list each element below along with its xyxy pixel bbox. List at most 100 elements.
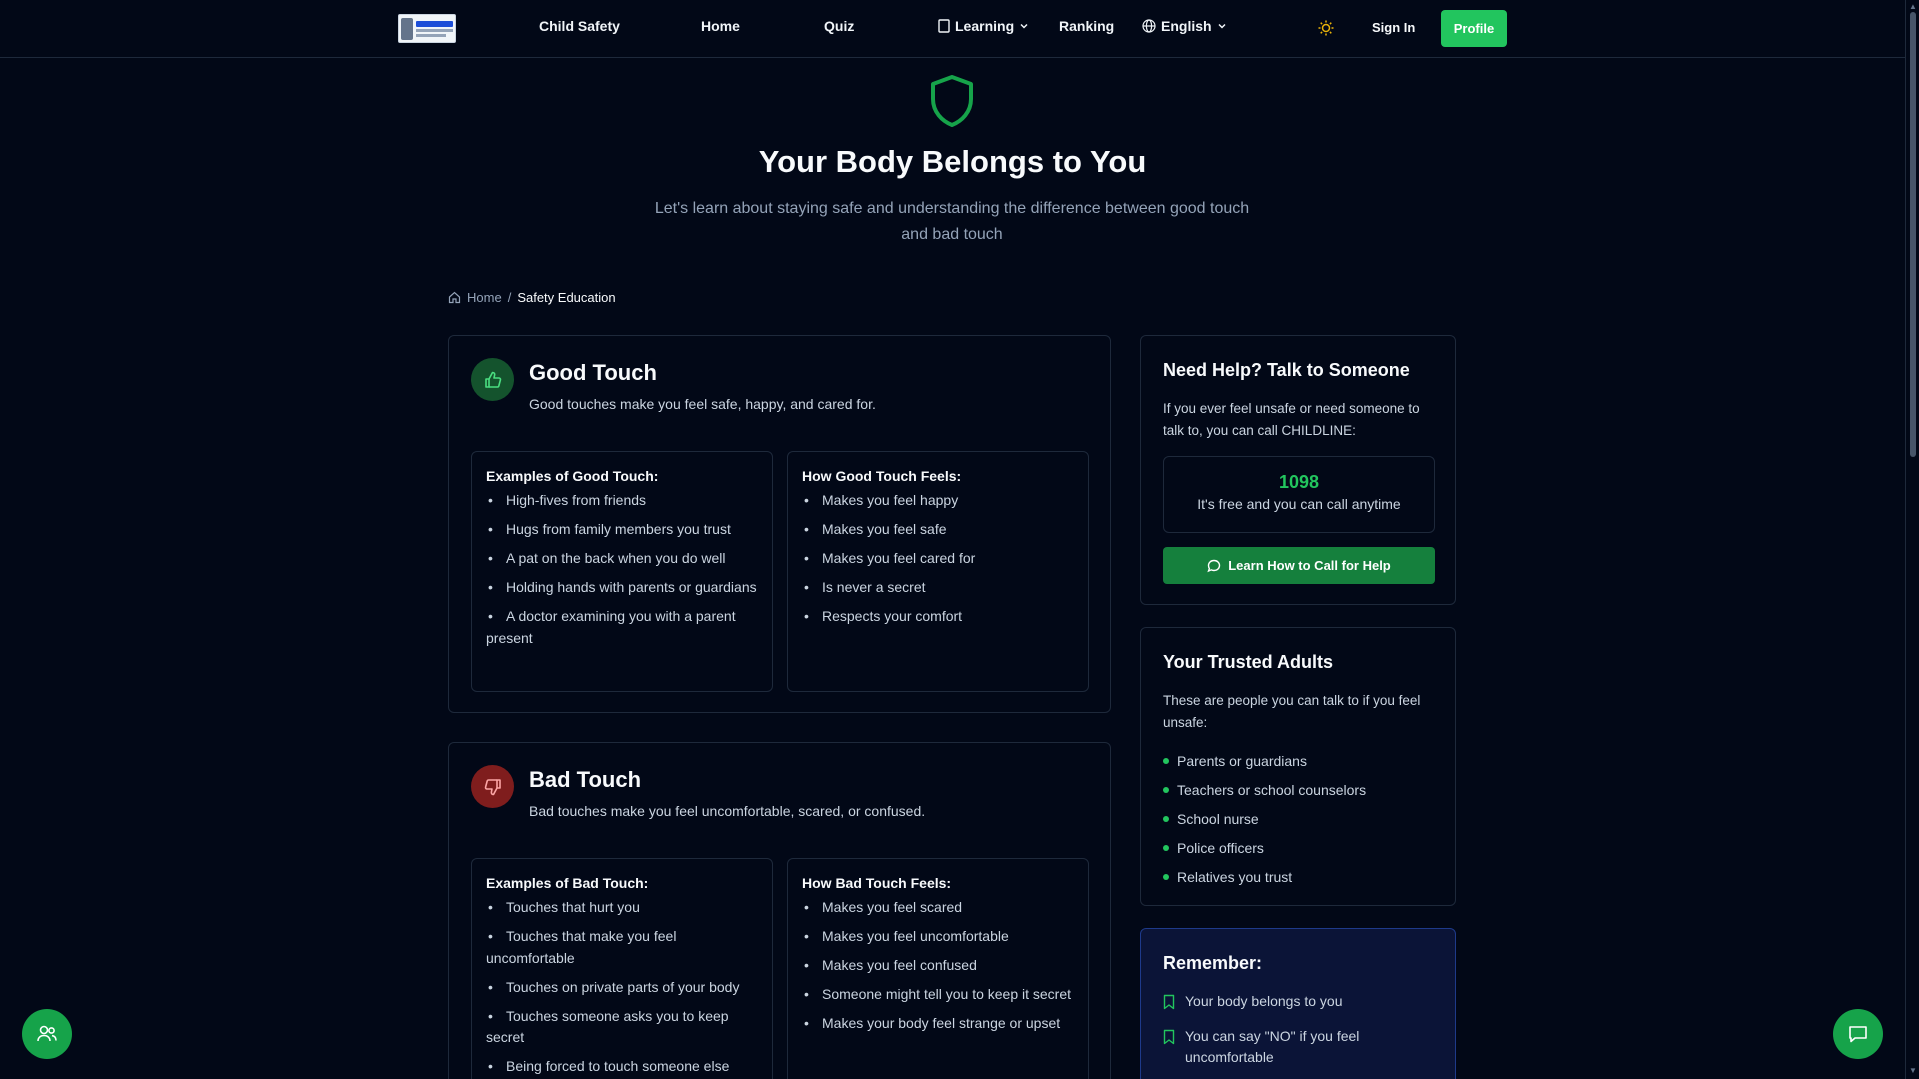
chevron-down-icon [1020, 23, 1028, 29]
message-circle-icon [1207, 559, 1221, 572]
profile-button[interactable]: Profile [1441, 10, 1507, 47]
help-card: Need Help? Talk to Someone If you ever f… [1140, 335, 1456, 605]
list-item: • A doctor examining you with a parent pr… [486, 608, 736, 646]
list-item: • Makes your body feel strange or upset [804, 1015, 1061, 1031]
nav-brand-link[interactable]: Child Safety [539, 18, 620, 34]
good-touch-feels-title: How Good Touch Feels: [802, 468, 962, 484]
good-touch-title: Good Touch [529, 360, 657, 385]
list-item: • Makes you feel safe [804, 521, 947, 537]
help-text: If you ever feel unsafe or need someone … [1163, 401, 1420, 438]
list-item: • Holding hands with parents or guardians [488, 579, 757, 595]
bullet-dot [1163, 844, 1169, 851]
list-item: • Touches that make you feel uncomfortabl… [486, 928, 677, 966]
good-touch-examples-title: Examples of Good Touch: [486, 468, 659, 484]
list-item: • A pat on the back when you do well [488, 550, 726, 566]
good-touch-icon-badge [471, 358, 514, 401]
bad-touch-feels-box: How Bad Touch Feels: • Makes you feel sca… [787, 858, 1089, 1079]
logo-wordmark [416, 20, 453, 27]
home-icon [448, 291, 461, 304]
help-title: Need Help? Talk to Someone [1163, 360, 1410, 380]
hero-shield [929, 74, 975, 133]
language-dropdown[interactable]: English [1142, 18, 1227, 34]
chat-icon [1849, 1026, 1867, 1043]
nav-learning-label: Learning [955, 18, 1015, 34]
bullet-dot [1163, 873, 1169, 880]
book-icon [938, 19, 950, 33]
sign-in-link[interactable]: Sign In [1372, 20, 1415, 35]
bad-touch-examples-box: Examples of Bad Touch: • Touches that hur… [471, 858, 773, 1079]
bad-touch-title: Bad Touch [529, 767, 642, 792]
breadcrumb-home-link[interactable]: Home [467, 290, 502, 305]
bad-touch-icon-badge [471, 765, 514, 808]
bad-touch-description: Bad touches make you feel uncomfortable,… [529, 803, 926, 819]
nav-home-link[interactable]: Home [701, 18, 740, 34]
list-item: • Makes you feel cared for [804, 550, 976, 566]
navbar: Child Safety Home Quiz Learning Ranking … [0, 0, 1905, 58]
remember-title: Remember: [1163, 953, 1263, 973]
language-label: English [1161, 18, 1212, 34]
list-item: • High-fives from friends [488, 492, 647, 508]
bullet-dot [1163, 757, 1169, 764]
theme-toggle[interactable] [1317, 19, 1335, 42]
page-subtitle: Let's learn about staying safe and under… [654, 200, 1250, 243]
learn-call-help-label: Learn How to Call for Help [1228, 558, 1391, 573]
list-item: • Touches that hurt you [488, 899, 640, 915]
childline-number: 1098 [1278, 472, 1320, 492]
list-item: • Respects your comfort [804, 608, 963, 624]
chevron-down-icon [1218, 23, 1226, 29]
list-item: School nurse [1163, 804, 1366, 833]
bad-touch-examples-title: Examples of Bad Touch: [486, 875, 649, 891]
list-item: Parents or guardians [1163, 746, 1366, 775]
scroll-up-arrow-icon[interactable]: ▲ [1909, 2, 1917, 11]
bad-touch-feels-title: How Bad Touch Feels: [802, 875, 952, 891]
list-item: • Touches someone asks you to keep secret [486, 1007, 729, 1046]
trusted-adults-text: These are people you can talk to if you … [1163, 693, 1421, 730]
trusted-adults-card: Your Trusted Adults These are people you… [1140, 627, 1456, 906]
nav-ranking-link[interactable]: Ranking [1059, 18, 1114, 34]
list-item: Your body belongs to you [1163, 991, 1435, 1012]
globe-icon [1142, 19, 1156, 33]
sun-icon [1318, 20, 1334, 36]
nav-learning-dropdown[interactable]: Learning [938, 18, 1029, 34]
childline-note: It's free and you can call anytime [1197, 496, 1401, 512]
list-item: • Makes you feel scared [804, 899, 963, 915]
thumbs-down-icon [484, 778, 501, 795]
list-item: • Being forced to touch someone else [488, 1058, 730, 1074]
breadcrumb-separator: / [507, 290, 512, 305]
childline-box: 1098 It's free and you can call anytime [1163, 456, 1435, 533]
scroll-down-arrow-icon[interactable]: ▼ [1909, 1066, 1917, 1075]
list-item: • Someone might tell you to keep it secre… [804, 986, 1072, 1002]
list-item: Teachers or school counselors [1163, 775, 1366, 804]
nav-quiz-link[interactable]: Quiz [824, 18, 854, 34]
list-item: • Makes you feel uncomfortable [804, 928, 1009, 944]
list-item: • Makes you feel confused [804, 957, 977, 973]
chat-fab-button[interactable] [1833, 1009, 1883, 1059]
community-fab-button[interactable] [22, 1009, 72, 1059]
good-touch-description: Good touches make you feel safe, happy, … [529, 396, 876, 412]
scroll-thumb[interactable] [1910, 12, 1916, 457]
remember-card: Remember: Your body belongs to you You c… [1140, 928, 1456, 1079]
breadcrumb-current: Safety Education [517, 290, 616, 305]
page-scrollbar[interactable]: ▲ ▼ [1905, 0, 1919, 1079]
page-title: Your Body Belongs to You [758, 144, 1147, 179]
list-item: You can say "NO" if you feel uncomfortab… [1163, 1026, 1435, 1068]
list-item: • Is never a secret [804, 579, 926, 595]
bookmark-icon [1163, 1029, 1175, 1045]
users-icon [37, 1025, 57, 1042]
olabs-logo[interactable] [398, 14, 456, 43]
bookmark-icon [1163, 994, 1175, 1010]
list-item: Police officers [1163, 833, 1366, 862]
breadcrumb: Home / Safety Education [448, 290, 616, 305]
good-touch-feels-box: How Good Touch Feels: • Makes you feel ha… [787, 451, 1089, 692]
learn-call-help-button[interactable]: Learn How to Call for Help [1163, 547, 1435, 584]
emblem-icon [401, 17, 413, 40]
bad-touch-card: Bad Touch Bad touches make you feel unco… [448, 742, 1111, 1079]
list-item: Relatives you trust [1163, 862, 1366, 891]
list-item: • Touches on private parts of your body [488, 978, 740, 995]
shield-icon [931, 75, 973, 127]
bullet-dot [1163, 786, 1169, 793]
trusted-adults-title: Your Trusted Adults [1163, 652, 1334, 672]
list-item: • Makes you feel happy [804, 492, 959, 508]
good-touch-examples-box: Examples of Good Touch: • High-fives from… [471, 451, 773, 692]
thumbs-up-icon [484, 371, 501, 388]
